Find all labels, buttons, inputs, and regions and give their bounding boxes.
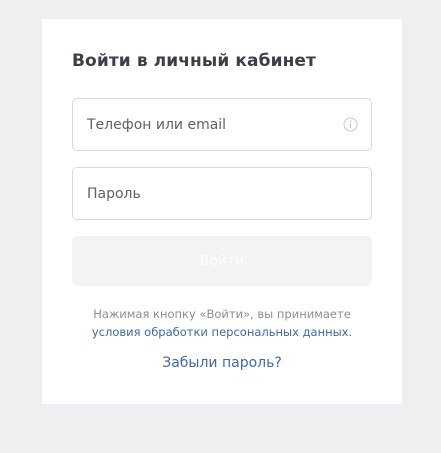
personal-data-terms-link[interactable]: условия обработки персональных данных.	[92, 325, 352, 339]
info-icon[interactable]	[343, 117, 358, 132]
forgot-password-link[interactable]: Забыли пароль?	[162, 355, 282, 371]
login-title: Войти в личный кабинет	[72, 51, 317, 71]
login-button[interactable]: Войти	[72, 236, 372, 286]
consent-notice: Нажимая кнопку «Войти», вы принимаете ус…	[42, 305, 402, 341]
login-card: Войти в личный кабинет Войти Нажимая кно…	[42, 19, 402, 404]
forgot-password: Забыли пароль?	[42, 353, 402, 373]
consent-text: Нажимая кнопку «Войти», вы принимаете	[93, 307, 351, 321]
phone-or-email-field[interactable]	[72, 98, 372, 151]
password-input[interactable]	[87, 168, 337, 219]
phone-or-email-input[interactable]	[87, 99, 337, 150]
password-field[interactable]	[72, 167, 372, 220]
